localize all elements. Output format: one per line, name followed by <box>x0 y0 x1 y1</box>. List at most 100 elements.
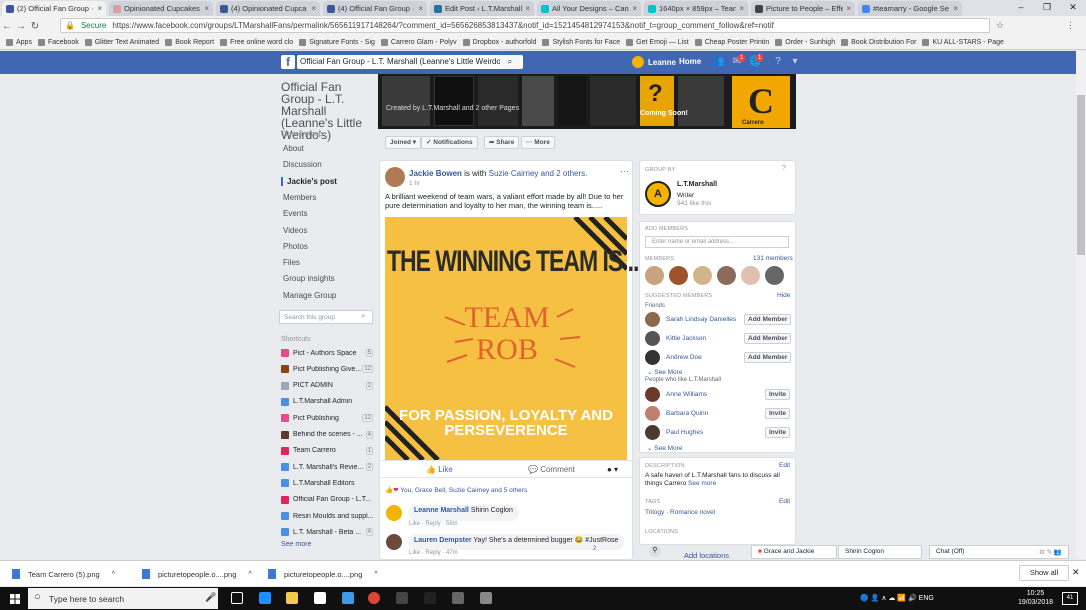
shortcut-item[interactable]: L.T. Marshall - Beta ... 4 <box>281 528 373 537</box>
person-name[interactable]: Barbara Quinn <box>666 410 708 417</box>
group-nav-item[interactable]: Photos <box>283 242 308 251</box>
add-member-button[interactable]: Add Member <box>744 314 792 325</box>
comment-meta[interactable]: Like · Reply · 58m <box>409 521 458 527</box>
person-avatar[interactable] <box>645 331 660 346</box>
chat-settings-icon[interactable]: ⚙ ✎ 👥 <box>1039 548 1062 556</box>
close-downloads-icon[interactable]: ✕ <box>1072 567 1080 578</box>
post-time[interactable]: 1 hr <box>409 180 420 187</box>
bookmark-item[interactable]: KU ALL-STARS - Page <box>922 39 1004 46</box>
edit-tags-link[interactable]: Edit <box>779 498 790 505</box>
reload-icon[interactable]: ↻ <box>28 21 42 32</box>
download-item[interactable]: picturetopeople.o....png ^ <box>142 569 252 579</box>
info-icon[interactable]: ? <box>782 165 786 172</box>
member-avatar[interactable] <box>717 266 736 285</box>
group-nav-item[interactable]: Videos <box>283 226 307 235</box>
member-avatar[interactable] <box>741 266 760 285</box>
page-name[interactable]: L.T.Marshall <box>677 181 717 188</box>
shortcut-item[interactable]: Pict Publishing 12 <box>281 414 373 423</box>
shortcut-item[interactable]: L.T.Marshall Editors <box>281 479 373 488</box>
post-author[interactable]: Jackie Bowen <box>409 169 462 178</box>
tags-value[interactable]: Trilogy · Romance novel <box>645 509 715 516</box>
chevron-up-icon[interactable]: ^ <box>374 571 377 578</box>
commenter-avatar[interactable] <box>386 505 402 521</box>
edge-icon[interactable] <box>259 592 271 604</box>
group-nav-item[interactable]: Discussion <box>283 160 322 169</box>
download-item[interactable]: picturetopeople.o....png ^ <box>268 569 378 579</box>
add-members-input[interactable]: Enter name or email address... <box>645 236 789 248</box>
person-avatar[interactable] <box>645 425 660 440</box>
add-locations-link[interactable]: Add locations <box>684 551 729 560</box>
star-icon[interactable]: ☆ <box>996 20 1004 31</box>
shortcut-item[interactable]: Team Carrero 1 <box>281 446 373 455</box>
camera-icon[interactable] <box>480 592 492 604</box>
close-tab-icon[interactable]: × <box>953 4 958 13</box>
close-tab-icon[interactable]: × <box>418 4 423 13</box>
commenter-name[interactable]: Leanne Marshall <box>414 507 469 514</box>
search-icon[interactable]: ⌕ <box>500 55 520 69</box>
dropdown-icon[interactable]: ▾ <box>789 56 801 68</box>
invite-button[interactable]: Invite <box>765 389 790 400</box>
facebook-logo[interactable]: f <box>281 55 295 69</box>
bookmark-item[interactable]: Book Distribution For <box>841 39 916 46</box>
shortcut-item[interactable]: Pict Publishing Give... 12 <box>281 365 373 374</box>
close-tab-icon[interactable]: × <box>525 4 530 13</box>
chat-tab-shirin[interactable]: Shirin Coglon <box>838 545 922 559</box>
invite-button[interactable]: Invite <box>765 427 790 438</box>
chrome-icon[interactable] <box>368 592 380 604</box>
person-avatar[interactable] <box>645 350 660 365</box>
group-nav-item[interactable]: Files <box>283 258 300 267</box>
friend-requests-icon[interactable]: 👥 <box>712 56 724 68</box>
add-member-button[interactable]: Add Member <box>744 352 792 363</box>
close-tab-icon[interactable]: × <box>739 4 744 13</box>
calculator-icon[interactable] <box>424 592 436 604</box>
person-name[interactable]: Anne Williams <box>666 391 707 398</box>
group-nav-item[interactable]: Members <box>283 193 316 202</box>
shortcut-item[interactable]: Pict - Authors Space 5 <box>281 349 373 357</box>
close-tab-icon[interactable]: × <box>632 4 637 13</box>
chat-sidebar-toggle[interactable]: Chat (Off) ⚙ ✎ 👥 <box>929 545 1069 559</box>
group-nav-item[interactable]: Jackie's post <box>281 176 337 186</box>
scrollbar-thumb[interactable] <box>1077 95 1085 255</box>
member-avatar[interactable] <box>645 266 664 285</box>
minimize-button[interactable]: – <box>1008 0 1034 16</box>
browser-tab[interactable]: (2) Official Fan Group · × <box>2 1 106 16</box>
member-avatar[interactable] <box>669 266 688 285</box>
bookmark-item[interactable]: Dropbox - authorfold <box>462 39 536 46</box>
system-tray[interactable]: 🔵 👤 ∧ ☁ 📶 🔊 ENG <box>860 594 934 602</box>
clock[interactable]: 10:25 19/03/2018 <box>1018 589 1053 607</box>
windows-start-icon[interactable] <box>10 594 20 604</box>
dropbox-icon[interactable] <box>342 592 354 604</box>
shortcut-item[interactable]: PICT ADMIN 2 <box>281 381 373 390</box>
group-nav-item[interactable]: Events <box>283 209 307 218</box>
person-avatar[interactable] <box>645 387 660 402</box>
shortcut-item[interactable]: L.T. Marshall's Revie... 2 <box>281 463 373 472</box>
bookmark-item[interactable]: Free online word clo <box>220 39 293 46</box>
add-member-button[interactable]: Add Member <box>744 333 792 344</box>
shortcut-item[interactable]: L.T.Marshall Admin <box>281 397 373 406</box>
bookmark-item[interactable]: Cheap Poster Printin <box>694 39 769 46</box>
person-name[interactable]: Kittie Jackson <box>666 335 706 342</box>
browser-tab[interactable]: 1640px × 859px – Tean × <box>644 1 748 16</box>
bookmark-item[interactable]: Get Emoji — List <box>626 39 689 46</box>
address-bar[interactable]: 🔒 Secure https://www.facebook.com/groups… <box>60 18 990 33</box>
member-avatar[interactable] <box>765 266 784 285</box>
reaction-selector-icon[interactable]: ● ▾ <box>607 465 618 474</box>
close-tab-icon[interactable]: × <box>311 4 316 13</box>
browser-tab[interactable]: Edit Post ‹ L.T.Marshall × <box>430 1 534 16</box>
menu-icon[interactable]: ⋮ <box>1066 20 1075 31</box>
shortcuts-see-more[interactable]: See more <box>281 541 311 548</box>
see-more-friends[interactable]: ⌄ See More <box>647 368 682 376</box>
close-window-button[interactable]: ✕ <box>1060 0 1086 16</box>
see-more-description[interactable]: See more <box>688 480 716 487</box>
hide-link[interactable]: Hide <box>777 292 790 299</box>
bookmark-item[interactable]: Apps <box>6 39 32 46</box>
close-tab-icon[interactable]: × <box>97 4 102 13</box>
browser-tab[interactable]: (4) Official Fan Group · × <box>323 1 427 16</box>
members-count[interactable]: 131 members <box>753 255 793 262</box>
group-nav-item[interactable]: About <box>283 144 304 153</box>
facebook-search-input[interactable]: Official Fan Group - L.T. Marshall (Lean… <box>297 55 523 69</box>
commenter-avatar[interactable] <box>386 534 402 550</box>
bookmark-item[interactable]: Order - Sunhigh <box>775 39 835 46</box>
person-avatar[interactable] <box>645 406 660 421</box>
author-avatar[interactable] <box>385 167 405 187</box>
